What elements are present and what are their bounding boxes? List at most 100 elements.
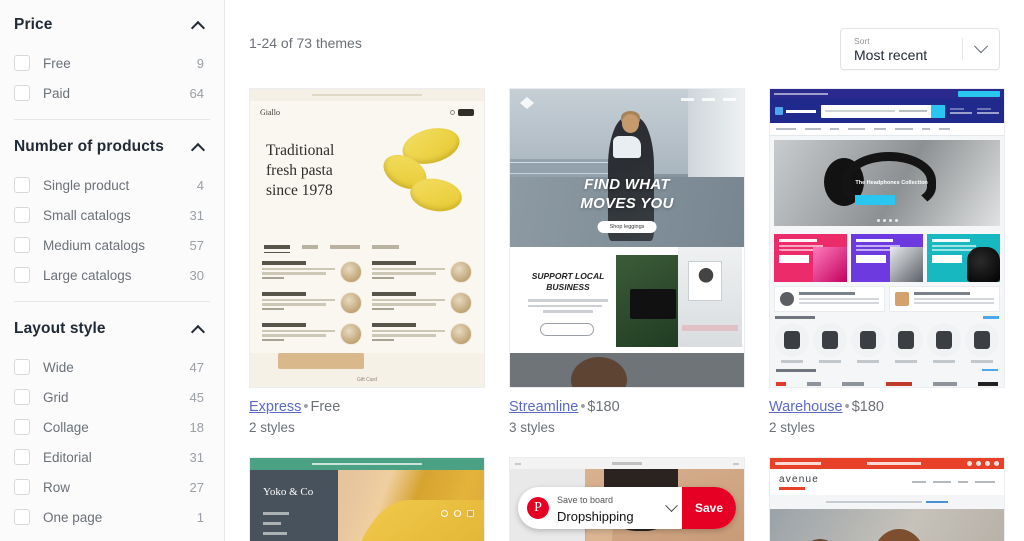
filter-group-layout-style: Layout style Wide 47 Grid 45 Collage 18 … (14, 304, 210, 532)
photo-storefront (678, 247, 742, 347)
checkbox-one-page[interactable] (14, 509, 30, 525)
theme-preview-express[interactable]: Giallo Traditional fresh pasta since 1978 (249, 88, 485, 388)
checkbox-row[interactable] (14, 479, 30, 495)
theme-caption: Streamline • $180 3 styles (509, 388, 745, 435)
preview-header (770, 99, 1004, 123)
checkbox-single-product[interactable] (14, 177, 30, 193)
filter-group-header-price[interactable]: Price (14, 2, 210, 48)
promo-bar (770, 495, 1004, 509)
save-button[interactable]: Save (682, 487, 736, 529)
awning (682, 325, 738, 331)
filter-option-one-page[interactable]: One page 1 (14, 502, 210, 532)
chevron-up-icon[interactable] (190, 17, 206, 33)
chevron-up-icon[interactable] (190, 321, 206, 337)
preview-hero: Clothing made for you (770, 509, 1004, 541)
theme-card-avenue[interactable]: avenue Clothing made for you (769, 457, 1005, 541)
checkbox-medium-catalogs[interactable] (14, 237, 30, 253)
theme-card-express[interactable]: Giallo Traditional fresh pasta since 1978 (249, 88, 485, 435)
pinterest-save-widget[interactable]: P Save to board Dropshipping Save (518, 487, 736, 529)
theme-name-link[interactable]: Express (249, 399, 301, 415)
filter-option-large-catalogs[interactable]: Large catalogs 30 (14, 260, 210, 290)
theme-card-yoko[interactable]: Yoko & Co (249, 457, 485, 541)
preview-logo: Giallo (260, 108, 280, 117)
runner-jacket (612, 136, 641, 159)
filter-option-editorial[interactable]: Editorial 31 (14, 442, 210, 472)
preview-hero-headline: The Headphones Collection (855, 179, 928, 186)
theme-preview-pinterest[interactable]: P Save to board Dropshipping Save (509, 457, 745, 541)
filters-sidebar: Price Free 9 Paid 64 Number of products (0, 0, 225, 541)
filter-option-label: Collage (43, 419, 89, 435)
chevron-down-icon[interactable] (963, 44, 999, 54)
filter-option-paid[interactable]: Paid 64 (14, 78, 210, 108)
section-header (775, 316, 999, 319)
chevron-down-icon[interactable] (660, 504, 682, 513)
preview-nav (263, 512, 338, 541)
theme-name-link[interactable]: Streamline (509, 399, 578, 415)
save-to-board-label: Save to board (557, 495, 614, 505)
results-count: 1-24 of 73 themes (249, 35, 362, 51)
carousel-dots (774, 219, 1000, 222)
theme-caption-line: Streamline • $180 (509, 399, 745, 415)
cart-icon (467, 510, 474, 517)
pasta-shape (407, 175, 465, 215)
theme-preview-avenue[interactable]: avenue Clothing made for you (769, 457, 1005, 541)
checkbox-editorial[interactable] (14, 449, 30, 465)
theme-caption: Warehouse • $180 2 styles (769, 388, 1005, 435)
preview-hero: Yoko & Co (250, 470, 484, 541)
filter-option-count: 18 (189, 419, 204, 435)
board-selector[interactable]: Save to board Dropshipping (557, 490, 660, 526)
filter-option-row[interactable]: Row 27 (14, 472, 210, 502)
brand-logos (770, 376, 1004, 386)
filter-option-collage[interactable]: Collage 18 (14, 412, 210, 442)
preview-hero: Traditional fresh pasta since 1978 (250, 117, 484, 239)
preview-nav (912, 480, 995, 484)
theme-styles-count: 3 styles (509, 420, 555, 435)
filter-option-label: Single product (43, 177, 130, 193)
theme-card-pinterest[interactable]: P Save to board Dropshipping Save (509, 457, 745, 541)
preview-nav: Giallo (250, 101, 484, 117)
filter-option-label: Free (43, 55, 71, 71)
checkbox-grid[interactable] (14, 389, 30, 405)
sort-dropdown[interactable]: Sort Most recent (840, 28, 1000, 70)
theme-name-link[interactable]: Warehouse (769, 399, 843, 415)
filter-option-small-catalogs[interactable]: Small catalogs 31 (14, 200, 210, 230)
category-item (889, 323, 923, 363)
checkbox-wide[interactable] (14, 359, 30, 375)
filter-option-label: Paid (43, 85, 71, 101)
preview-section-title: SUPPORT LOCAL BUSINESS (531, 271, 605, 292)
theme-preview-yoko[interactable]: Yoko & Co (249, 457, 485, 541)
theme-browser: Price Free 9 Paid 64 Number of products (0, 0, 1024, 541)
filter-option-label: Medium catalogs (43, 237, 146, 253)
filter-option-free[interactable]: Free 9 (14, 48, 210, 78)
checkbox-large-catalogs[interactable] (14, 267, 30, 283)
theme-card-streamline[interactable]: FIND WHAT MOVES YOU Shop leggings SUPPORT… (509, 88, 745, 435)
checkbox-collage[interactable] (14, 419, 30, 435)
filter-group-header-layout-style[interactable]: Layout style (14, 306, 210, 352)
filter-option-grid[interactable]: Grid 45 (14, 382, 210, 412)
sort-value: Most recent (854, 46, 928, 63)
checkbox-paid[interactable] (14, 85, 30, 101)
theme-preview-streamline[interactable]: FIND WHAT MOVES YOU Shop leggings SUPPORT… (509, 88, 745, 388)
filter-group-header-number-of-products[interactable]: Number of products (14, 124, 210, 170)
filter-option-medium-catalogs[interactable]: Medium catalogs 57 (14, 230, 210, 260)
theme-price: $180 (851, 399, 884, 415)
category-item (851, 323, 885, 363)
checkbox-free[interactable] (14, 55, 30, 71)
filter-group-number-of-products: Number of products Single product 4 Smal… (14, 122, 210, 290)
filter-option-single-product[interactable]: Single product 4 (14, 170, 210, 200)
chevron-up-icon[interactable] (190, 139, 206, 155)
filter-option-count: 47 (189, 359, 204, 375)
filter-option-label: Editorial (43, 449, 92, 465)
preview-bottom-photo (510, 353, 744, 387)
preview-hero-button (855, 195, 896, 206)
preview-nav (681, 98, 736, 101)
search-icon (441, 510, 448, 517)
mural-illustration (688, 261, 722, 301)
filter-option-wide[interactable]: Wide 47 (14, 352, 210, 382)
preview-search-field (821, 104, 945, 118)
theme-preview-warehouse[interactable]: The Headphones Collection (769, 88, 1005, 388)
checkbox-small-catalogs[interactable] (14, 207, 30, 223)
preview-nav-icons (450, 109, 474, 116)
filter-option-count: 64 (189, 85, 204, 101)
theme-card-warehouse[interactable]: The Headphones Collection Warehouse • $1… (769, 88, 1005, 435)
